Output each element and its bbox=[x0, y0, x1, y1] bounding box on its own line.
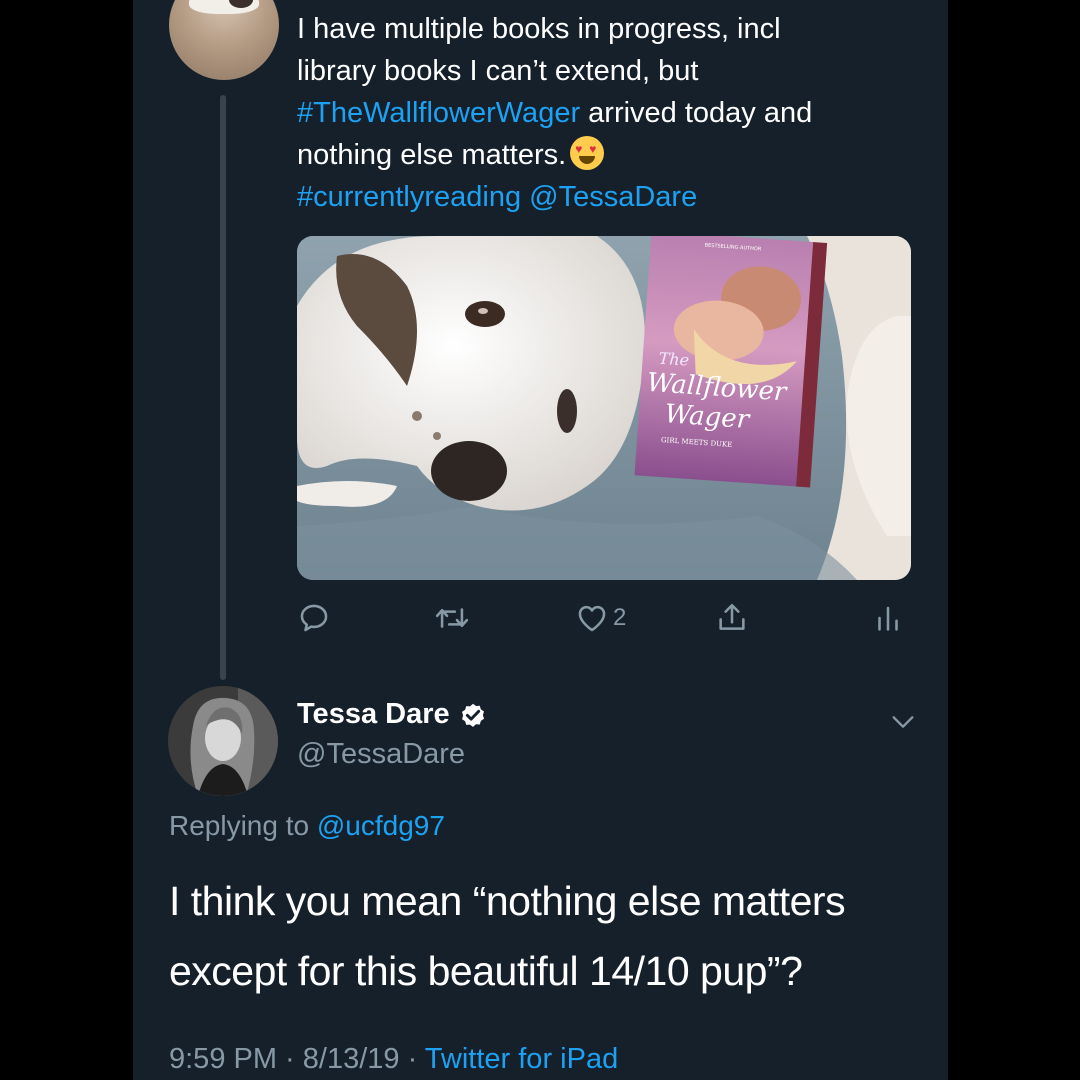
share-icon bbox=[719, 603, 745, 630]
tweet-text-fragment: arrived today and bbox=[580, 97, 813, 129]
tweet-action-bar: 2 bbox=[297, 596, 911, 640]
tweet-source-link[interactable]: Twitter for iPad bbox=[425, 1043, 618, 1075]
tweet-time: 9:59 PM bbox=[169, 1043, 277, 1075]
replying-to-mention-link[interactable]: @ucfdg97 bbox=[317, 810, 445, 841]
svg-text:Wager: Wager bbox=[664, 399, 752, 435]
retweet-button[interactable] bbox=[433, 596, 471, 640]
reply-tweet-text: I think you mean “nothing else matters e… bbox=[169, 866, 929, 1006]
tweet-text-line: #TheWallflowerWager arrived today and bbox=[297, 92, 937, 134]
reply-author-avatar[interactable] bbox=[168, 686, 278, 796]
mention-link[interactable]: @TessaDare bbox=[529, 181, 697, 213]
hashtag-link[interactable]: #TheWallflowerWager bbox=[297, 97, 580, 129]
avatar-dog-image bbox=[189, 0, 259, 14]
heart-icon bbox=[578, 605, 606, 632]
thread-connector-line bbox=[220, 95, 226, 680]
retweet-icon bbox=[435, 608, 469, 628]
meta-separator: · bbox=[399, 1043, 425, 1075]
book-cover: The Wallflower Wager GIRL MEETS DUKE BES… bbox=[634, 236, 828, 488]
author-photo bbox=[168, 686, 278, 796]
author-display-name: Tessa Dare bbox=[297, 698, 450, 730]
reply-text-line: I think you mean “nothing else matters bbox=[169, 878, 846, 924]
speech-bubble-icon bbox=[300, 604, 328, 632]
dog-nose bbox=[431, 441, 507, 501]
tweet-detail-screen: I have multiple books in progress, incl … bbox=[133, 0, 948, 1080]
dog-and-book-photo: The Wallflower Wager GIRL MEETS DUKE BES… bbox=[297, 236, 911, 580]
heart-eyes-emoji-icon: ♥ ♥ bbox=[570, 136, 605, 170]
replying-to-line: Replying to @ucfdg97 bbox=[169, 810, 445, 842]
tweet-text-line: library books I can’t extend, but bbox=[297, 55, 699, 87]
share-button[interactable] bbox=[715, 596, 749, 640]
meta-separator: · bbox=[277, 1043, 303, 1075]
tweet-text-line: #currentlyreading @TessaDare bbox=[297, 176, 937, 218]
reply-button[interactable] bbox=[297, 596, 331, 640]
tweet-timestamp-line: 9:59 PM · 8/13/19 · Twitter for iPad bbox=[169, 1043, 618, 1076]
reply-text-line: except for this beautiful 14/10 pup”? bbox=[169, 948, 803, 994]
chevron-down-icon[interactable] bbox=[889, 708, 917, 736]
tweet-text-line: I have multiple books in progress, incl bbox=[297, 13, 781, 45]
dog-eye bbox=[465, 301, 505, 327]
tweet-text-fragment: nothing else matters. bbox=[297, 139, 567, 171]
hashtag-link[interactable]: #currentlyreading bbox=[297, 181, 521, 213]
reply-author-name-row[interactable]: Tessa Dare bbox=[297, 698, 488, 731]
parent-tweet-text: I have multiple books in progress, incl … bbox=[297, 8, 937, 218]
like-count: 2 bbox=[613, 604, 627, 631]
like-button[interactable]: 2 bbox=[575, 596, 626, 640]
tweet-text-line: nothing else matters. ♥ ♥ bbox=[297, 134, 937, 176]
svg-text:The: The bbox=[658, 349, 690, 370]
parent-tweet-avatar[interactable] bbox=[169, 0, 279, 80]
replying-to-label: Replying to bbox=[169, 810, 310, 841]
tweet-photo[interactable]: The Wallflower Wager GIRL MEETS DUKE BES… bbox=[297, 236, 911, 580]
verified-badge-icon bbox=[461, 703, 484, 727]
author-handle: @TessaDare bbox=[297, 738, 466, 770]
tweet-date: 8/13/19 bbox=[302, 1043, 400, 1075]
bar-chart-icon bbox=[878, 606, 898, 631]
analytics-button[interactable] bbox=[875, 596, 901, 640]
